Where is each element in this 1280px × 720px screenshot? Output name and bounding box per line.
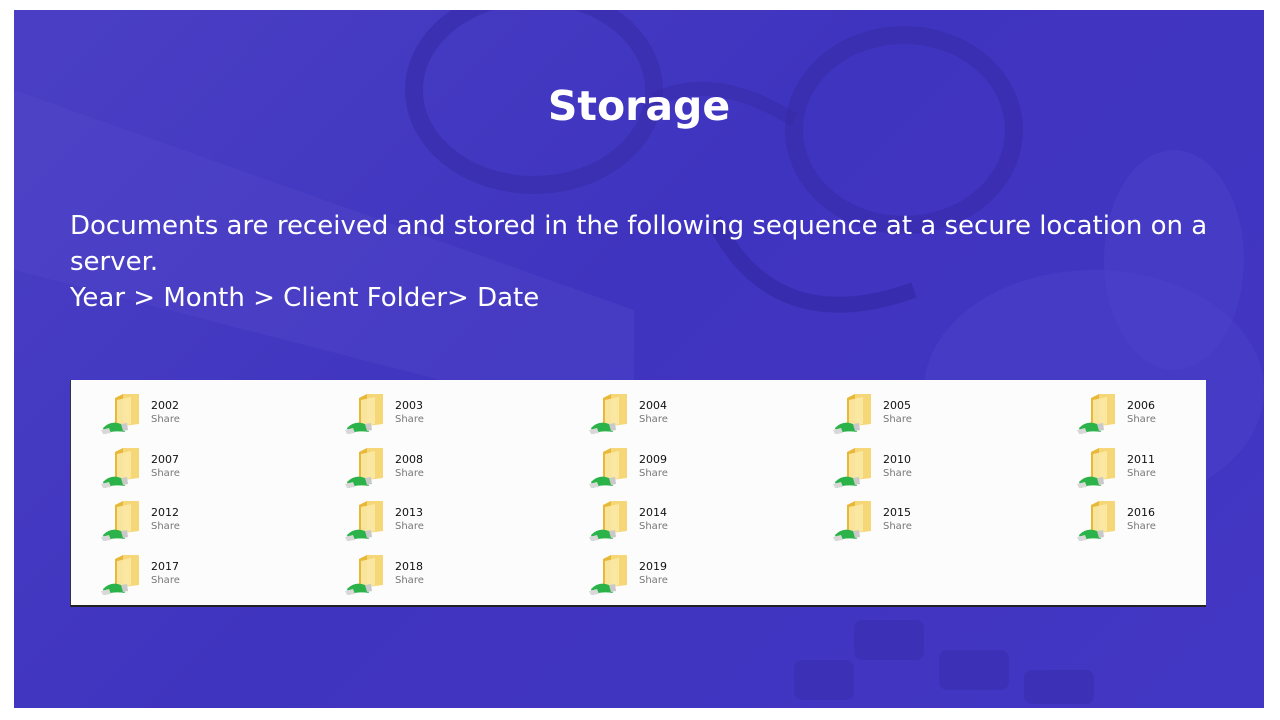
folder-subtitle: Share <box>639 414 668 425</box>
folder-explorer-view: 2002 Share 2003 Share 2004 Share 2005 Share 2006… <box>70 380 1206 607</box>
folder-name: 2014 <box>639 506 667 519</box>
folder-name: 2019 <box>639 559 667 573</box>
folder-subtitle: Share <box>639 521 668 532</box>
folder-subtitle: Share <box>151 414 180 425</box>
folder-item[interactable]: 2010 Share <box>815 440 955 490</box>
folder-item[interactable]: 2018 Share <box>327 547 467 597</box>
folder-subtitle: Share <box>395 467 424 479</box>
folder-name: 2013 <box>395 506 423 519</box>
folder-subtitle: Share <box>1127 414 1156 425</box>
folder-item[interactable]: 2005 Share <box>815 386 955 436</box>
folder-item[interactable]: 2015 Share <box>815 493 955 543</box>
folder-subtitle: Share <box>151 521 180 532</box>
folder-subtitle: Share <box>1127 467 1156 479</box>
folder-item[interactable]: 2011 Share <box>1059 440 1199 490</box>
folder-item[interactable]: 2013 Share <box>327 493 467 543</box>
folder-subtitle: Share <box>151 574 180 586</box>
folder-subtitle: Share <box>395 414 424 425</box>
folder-subtitle: Share <box>883 467 912 479</box>
folder-name: 2016 <box>1127 506 1155 519</box>
folder-item[interactable]: 2002 Share <box>83 386 223 436</box>
body-line-2: server. <box>70 247 159 277</box>
folder-item[interactable]: 2003 Share <box>327 386 467 436</box>
folder-subtitle: Share <box>151 467 180 479</box>
folder-subtitle: Share <box>395 574 424 586</box>
folder-subtitle: Share <box>1127 521 1156 532</box>
folder-subtitle: Share <box>639 574 668 586</box>
folder-name: 2004 <box>639 399 667 412</box>
folder-name: 2008 <box>395 452 423 466</box>
folder-item[interactable]: 2012 Share <box>83 493 223 543</box>
folder-item[interactable]: 2006 Share <box>1059 386 1199 436</box>
folder-subtitle: Share <box>395 521 424 532</box>
folder-name: 2015 <box>883 506 911 519</box>
folder-item[interactable]: 2019 Share <box>571 547 711 597</box>
folder-name: 2018 <box>395 559 423 573</box>
folder-name: 2017 <box>151 559 179 573</box>
folder-subtitle: Share <box>639 467 668 479</box>
folder-name: 2003 <box>395 399 423 412</box>
slide: Storage Documents are received and store… <box>14 10 1264 708</box>
folder-name: 2011 <box>1127 452 1155 466</box>
slide-body: Documents are received and stored in the… <box>70 208 1230 316</box>
folder-item[interactable]: 2016 Share <box>1059 493 1199 543</box>
folder-subtitle: Share <box>883 414 912 425</box>
folder-item[interactable]: 2004 Share <box>571 386 711 436</box>
folder-item[interactable]: 2017 Share <box>83 547 223 597</box>
folder-item[interactable]: 2008 Share <box>327 440 467 490</box>
folder-subtitle: Share <box>883 521 912 532</box>
body-line-1: Documents are received and stored in the… <box>70 211 1208 241</box>
folder-name: 2010 <box>883 452 911 466</box>
body-line-3: Year > Month > Client Folder> Date <box>70 283 540 313</box>
folder-name: 2007 <box>151 452 179 466</box>
folder-name: 2005 <box>883 399 911 412</box>
slide-title: Storage <box>547 82 731 130</box>
folder-item[interactable]: 2009 Share <box>571 440 711 490</box>
folder-name: 2006 <box>1127 399 1155 412</box>
folder-item[interactable]: 2007 Share <box>83 440 223 490</box>
folder-name: 2002 <box>151 399 179 412</box>
folder-item[interactable]: 2014 Share <box>571 493 711 543</box>
folder-name: 2009 <box>639 452 667 466</box>
folder-name: 2012 <box>151 506 179 519</box>
